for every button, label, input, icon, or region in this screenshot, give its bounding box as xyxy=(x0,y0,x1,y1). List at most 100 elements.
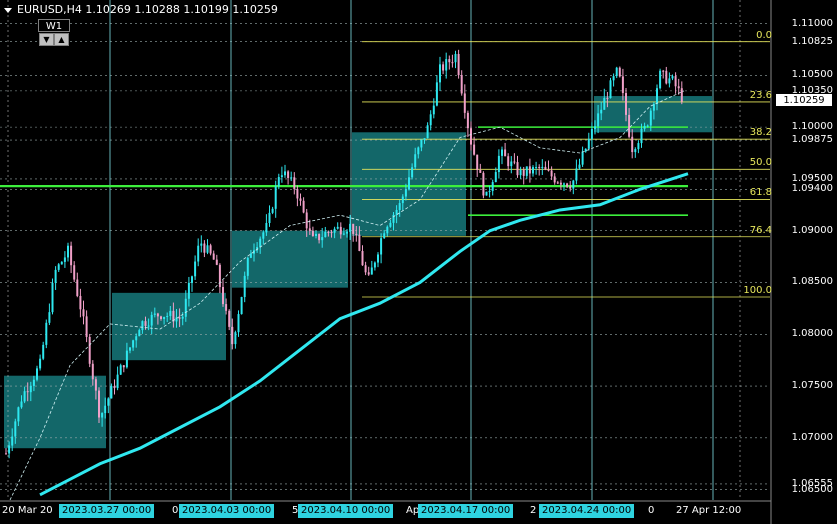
candle-body xyxy=(249,253,252,258)
candle-body xyxy=(265,223,268,233)
fib-level-label: 0.0 xyxy=(756,29,772,41)
candle-body xyxy=(346,231,348,234)
current-price-label: 1.10259 xyxy=(775,93,833,108)
candle-body xyxy=(94,379,97,391)
candle-body xyxy=(355,233,358,235)
candle-body xyxy=(268,212,271,224)
candle-body xyxy=(200,243,203,246)
timeframe-up-button[interactable]: ▲ xyxy=(54,33,69,46)
candle-body xyxy=(361,250,364,266)
candle-body xyxy=(113,385,116,389)
candle-body xyxy=(559,182,562,185)
candle-body xyxy=(169,310,172,317)
candle-body xyxy=(488,191,491,193)
candle-body xyxy=(659,70,662,89)
candle-body xyxy=(166,316,169,318)
candle-body xyxy=(63,257,66,262)
candle-body xyxy=(194,261,197,277)
candle-body xyxy=(209,245,212,254)
candle-body xyxy=(302,200,305,213)
candle-body xyxy=(26,391,29,393)
candle-body xyxy=(628,114,631,137)
candle-body xyxy=(408,177,410,190)
candle-body xyxy=(178,317,181,319)
candle-body xyxy=(417,147,420,155)
candle-body xyxy=(566,183,569,187)
price-tick-label: 1.09000 xyxy=(791,224,833,236)
candle-body xyxy=(42,344,45,359)
candle-body xyxy=(287,171,290,178)
candle-body xyxy=(308,228,311,231)
chart-canvas[interactable] xyxy=(0,0,837,524)
candle-body xyxy=(237,314,240,333)
arrow-down-icon: ▼ xyxy=(43,35,50,44)
weekly-range-zone xyxy=(232,230,348,288)
candle-body xyxy=(386,226,389,234)
candle-body xyxy=(246,257,249,276)
candle-body xyxy=(671,76,674,79)
candle-body xyxy=(358,234,361,251)
candle-body xyxy=(603,97,606,110)
price-tick-label: 1.09400 xyxy=(791,183,833,195)
period-separator-date: 2023.03.27 00:00 xyxy=(59,504,155,518)
candle-body xyxy=(398,203,401,210)
candle-body xyxy=(442,64,445,71)
candle-body xyxy=(445,59,448,71)
candle-body xyxy=(290,177,293,179)
candle-body xyxy=(54,269,57,283)
candle-body xyxy=(91,363,94,380)
candle-body xyxy=(125,350,128,368)
price-tick-label: 1.07000 xyxy=(791,431,833,443)
candle-body xyxy=(463,93,466,113)
candle-body xyxy=(284,171,286,176)
candle-body xyxy=(228,310,231,327)
chart-menu-icon[interactable] xyxy=(4,7,12,13)
candle-body xyxy=(634,149,637,153)
candle-body xyxy=(677,86,680,89)
candle-body xyxy=(544,166,547,170)
price-tick-label: 1.10825 xyxy=(791,35,833,47)
candle-body xyxy=(129,347,131,351)
candle-body xyxy=(497,155,500,173)
candle-body xyxy=(67,245,69,258)
candle-body xyxy=(680,88,683,102)
candle-body xyxy=(519,169,522,176)
candle-body xyxy=(110,385,113,399)
candle-body xyxy=(101,413,104,418)
fib-level-label: 61.8 xyxy=(749,187,772,199)
symbol-info: EURUSD,H4 1.10269 1.10288 1.10199 1.1025… xyxy=(17,3,278,16)
candle-body xyxy=(414,154,417,168)
candle-body xyxy=(206,245,209,253)
price-tick-label: 1.09875 xyxy=(791,134,833,146)
candle-body xyxy=(637,143,640,150)
candle-body xyxy=(57,264,60,270)
candle-body xyxy=(439,64,441,83)
candle-body xyxy=(525,166,528,176)
time-tick-label: 2 xyxy=(530,505,537,516)
candle-body xyxy=(259,238,262,248)
candle-body xyxy=(451,62,454,64)
fib-level-label: 23.6 xyxy=(749,89,772,101)
candle-body xyxy=(324,231,327,238)
candle-body xyxy=(460,75,463,94)
candle-body xyxy=(420,139,423,148)
candle-body xyxy=(156,313,159,317)
candle-body xyxy=(274,186,277,209)
candle-body xyxy=(364,265,367,273)
candle-body xyxy=(342,233,345,235)
candle-body xyxy=(404,189,407,197)
candle-body xyxy=(631,136,634,153)
timeframe-badge[interactable]: W1 xyxy=(38,19,70,32)
candle-body xyxy=(429,114,432,126)
candle-body xyxy=(212,253,215,260)
candle-body xyxy=(122,365,125,368)
candle-body xyxy=(222,287,224,305)
candle-body xyxy=(153,313,156,315)
candle-body xyxy=(231,326,234,345)
candle-body xyxy=(82,309,85,317)
candle-body xyxy=(60,261,63,265)
candle-body xyxy=(618,67,621,77)
timeframe-down-button[interactable]: ▼ xyxy=(39,33,54,46)
price-chart[interactable]: EURUSD,H4 1.10269 1.10288 1.10199 1.1025… xyxy=(0,0,837,524)
candle-body xyxy=(411,167,414,178)
